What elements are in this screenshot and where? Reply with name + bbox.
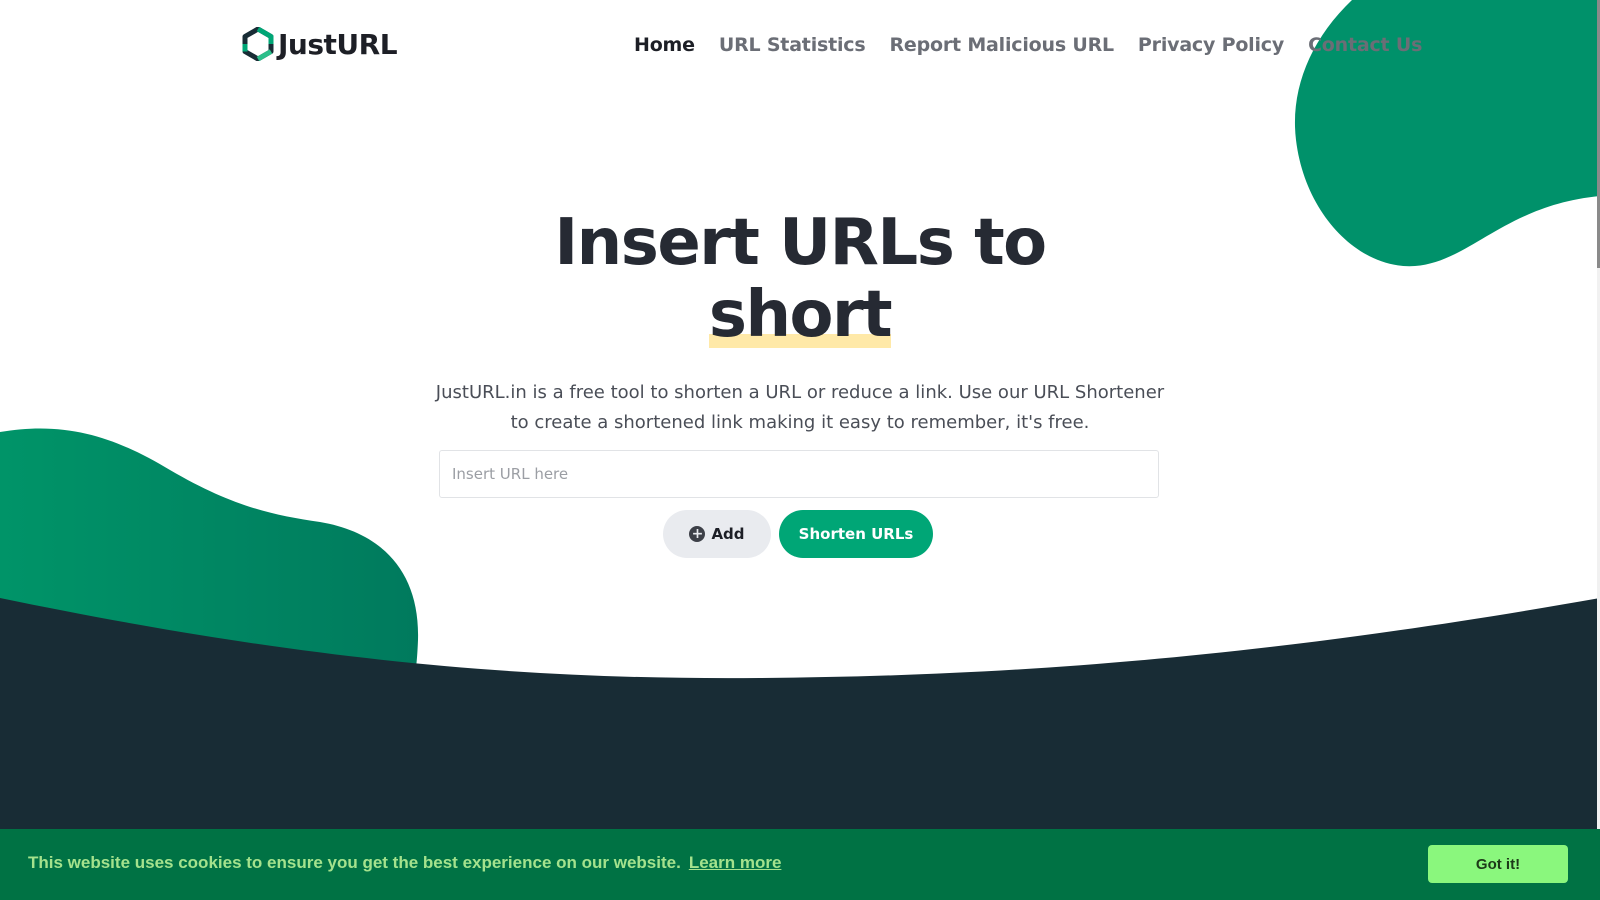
plus-circle-icon: + — [689, 526, 706, 542]
nav-item-privacy-policy[interactable]: Privacy Policy — [1138, 34, 1284, 56]
nav-item-url-statistics[interactable]: URL Statistics — [719, 34, 866, 56]
add-url-button[interactable]: + Add — [663, 510, 771, 558]
left-blob — [0, 428, 419, 700]
cookie-accept-button[interactable]: Got it! — [1428, 845, 1568, 883]
cookie-banner: This website uses cookies to ensure you … — [0, 829, 1600, 900]
main-nav: Home URL Statistics Report Malicious URL… — [634, 30, 1446, 60]
hero-description: JustURL.in is a free tool to shorten a U… — [435, 382, 1165, 433]
hexagon-swirl-icon — [241, 26, 275, 62]
hero-title-highlight: short — [708, 278, 893, 352]
add-button-label: Add — [711, 525, 745, 543]
cookie-learn-more-link[interactable]: Learn more — [689, 853, 782, 872]
hero-title: Insert URLs to short — [500, 207, 1100, 351]
url-input[interactable] — [439, 450, 1159, 498]
hero-title-line: Insert URLs to — [554, 206, 1047, 280]
nav-item-report-malicious-url[interactable]: Report Malicious URL — [889, 34, 1114, 56]
logo[interactable]: JustURL — [241, 24, 398, 64]
cookie-message-wrapper: This website uses cookies to ensure you … — [28, 853, 781, 873]
logo-text: JustURL — [278, 27, 398, 61]
nav-item-contact-us[interactable]: Contact Us — [1308, 34, 1422, 56]
nav-item-home[interactable]: Home — [634, 34, 695, 56]
page: JustURL Home URL Statistics Report Malic… — [0, 0, 1600, 900]
cookie-message: This website uses cookies to ensure you … — [28, 853, 681, 872]
shorten-urls-button[interactable]: Shorten URLs — [779, 510, 933, 558]
